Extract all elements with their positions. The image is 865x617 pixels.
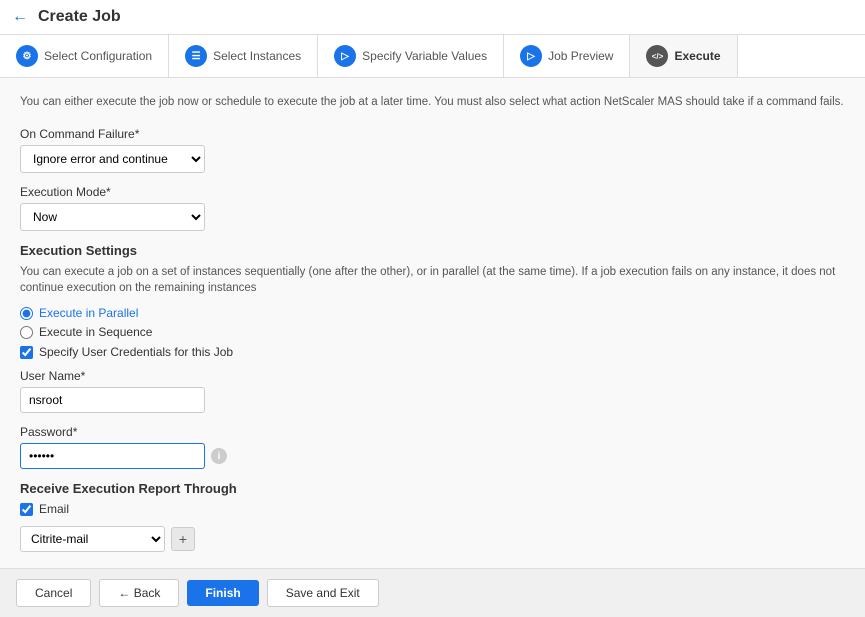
footer: Cancel ← Back Finish Save and Exit	[0, 568, 865, 617]
select-instances-icon: ☰	[185, 45, 207, 67]
info-text: You can either execute the job now or sc…	[20, 94, 845, 111]
email-report-checkbox[interactable]	[20, 503, 33, 516]
cancel-button[interactable]: Cancel	[16, 579, 91, 607]
back-button[interactable]: ← Back	[99, 579, 179, 607]
tabs-bar: ⚙ Select Configuration ☰ Select Instance…	[0, 35, 865, 78]
execute-parallel-option[interactable]: Execute in Parallel	[20, 306, 845, 320]
specify-credentials-checkbox-group[interactable]: Specify User Credentials for this Job	[20, 345, 845, 359]
email-report-label: Email	[39, 502, 69, 516]
execution-mode-group: Execution Mode* Now Schedule	[20, 185, 845, 231]
on-command-failure-label: On Command Failure*	[20, 127, 845, 141]
execute-sequence-label: Execute in Sequence	[39, 325, 152, 339]
password-input[interactable]	[20, 443, 205, 469]
username-group: User Name*	[20, 369, 845, 413]
on-command-failure-select[interactable]: Ignore error and continue Stop execution…	[20, 145, 205, 173]
back-arrow-icon[interactable]: ←	[12, 8, 28, 26]
page-title: Create Job	[38, 8, 121, 26]
tab-job-preview[interactable]: ▷ Job Preview	[504, 35, 630, 77]
save-exit-button[interactable]: Save and Exit	[267, 579, 379, 607]
execution-settings-title: Execution Settings	[20, 243, 845, 258]
tab-execute-label: Execute	[674, 49, 720, 63]
tab-select-configuration-label: Select Configuration	[44, 49, 152, 63]
execution-settings-desc: You can execute a job on a set of instan…	[20, 264, 845, 296]
on-command-failure-group: On Command Failure* Ignore error and con…	[20, 127, 845, 173]
execution-mode-label: Execution Mode*	[20, 185, 845, 199]
specify-credentials-label: Specify User Credentials for this Job	[39, 345, 233, 359]
select-configuration-icon: ⚙	[16, 45, 38, 67]
execution-mode-radio-group: Execute in Parallel Execute in Sequence	[20, 306, 845, 339]
execute-parallel-label: Execute in Parallel	[39, 306, 138, 320]
username-input[interactable]	[20, 387, 205, 413]
specify-variable-icon: ▷	[334, 45, 356, 67]
tab-select-instances[interactable]: ☰ Select Instances	[169, 35, 318, 77]
finish-button[interactable]: Finish	[187, 580, 258, 606]
tab-execute[interactable]: </> Execute	[630, 35, 737, 77]
password-label: Password*	[20, 425, 845, 439]
tab-job-preview-label: Job Preview	[548, 49, 613, 63]
execute-sequence-radio[interactable]	[20, 326, 33, 339]
password-row: i	[20, 443, 845, 469]
tab-select-instances-label: Select Instances	[213, 49, 301, 63]
username-label: User Name*	[20, 369, 845, 383]
password-group: Password* i	[20, 425, 845, 469]
specify-credentials-checkbox[interactable]	[20, 346, 33, 359]
execute-sequence-option[interactable]: Execute in Sequence	[20, 325, 845, 339]
email-checkbox-group[interactable]: Email	[20, 502, 845, 516]
email-select[interactable]: Citrite-mail Other	[20, 526, 165, 552]
add-email-button[interactable]: +	[171, 527, 195, 551]
execute-parallel-radio[interactable]	[20, 307, 33, 320]
tab-specify-variable-label: Specify Variable Values	[362, 49, 487, 63]
tab-specify-variable-values[interactable]: ▷ Specify Variable Values	[318, 35, 504, 77]
password-info-icon[interactable]: i	[211, 448, 227, 464]
content-area: You can either execute the job now or sc…	[0, 78, 865, 568]
page-header: ← Create Job	[0, 0, 865, 35]
job-preview-icon: ▷	[520, 45, 542, 67]
email-select-row: Citrite-mail Other +	[20, 526, 845, 552]
execute-icon: </>	[646, 45, 668, 67]
tab-select-configuration[interactable]: ⚙ Select Configuration	[0, 35, 169, 77]
report-section-title: Receive Execution Report Through	[20, 481, 845, 496]
execution-mode-select[interactable]: Now Schedule	[20, 203, 205, 231]
